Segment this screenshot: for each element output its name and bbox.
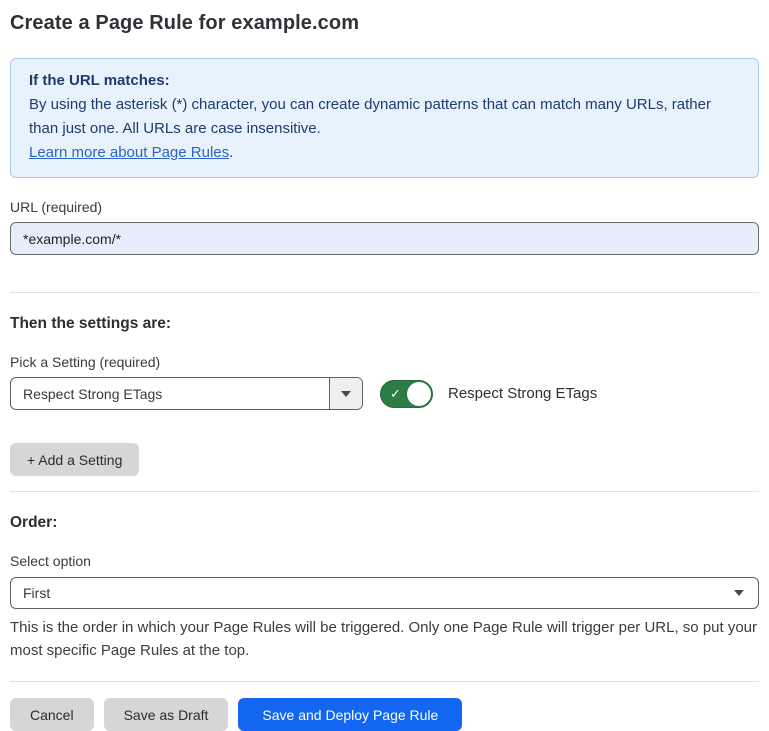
setting-select-arrow-button[interactable]	[329, 378, 362, 409]
footer-actions: Cancel Save as Draft Save and Deploy Pag…	[10, 698, 759, 731]
etags-toggle[interactable]: ✓	[380, 380, 433, 408]
caret-down-icon	[734, 590, 744, 596]
order-select-value: First	[23, 585, 50, 601]
link-period: .	[229, 144, 233, 161]
order-select-label: Select option	[10, 553, 759, 569]
pick-setting-label: Pick a Setting (required)	[10, 354, 759, 370]
divider	[10, 491, 759, 492]
save-and-deploy-button[interactable]: Save and Deploy Page Rule	[238, 698, 462, 731]
save-as-draft-button[interactable]: Save as Draft	[104, 698, 229, 731]
page-title: Create a Page Rule for example.com	[10, 12, 759, 35]
divider	[10, 681, 759, 682]
info-box-link-line: Learn more about Page Rules.	[29, 141, 740, 165]
add-setting-button[interactable]: + Add a Setting	[10, 443, 139, 476]
toggle-label: Respect Strong ETags	[448, 385, 597, 402]
order-select[interactable]: First	[10, 577, 759, 609]
setting-select[interactable]: Respect Strong ETags	[10, 377, 363, 410]
toggle-knob	[407, 382, 431, 406]
info-box-heading: If the URL matches:	[29, 69, 740, 93]
settings-section-heading: Then the settings are:	[10, 315, 759, 333]
setting-row: Respect Strong ETags ✓ Respect Strong ET…	[10, 377, 759, 410]
order-section-heading: Order:	[10, 514, 759, 532]
chevron-down-icon	[341, 391, 351, 397]
url-input[interactable]	[10, 222, 759, 255]
check-icon: ✓	[390, 387, 401, 400]
divider	[10, 292, 759, 293]
url-field-label: URL (required)	[10, 199, 759, 215]
cancel-button[interactable]: Cancel	[10, 698, 94, 731]
info-box-body: By using the asterisk (*) character, you…	[29, 93, 740, 141]
page-rule-form: Create a Page Rule for example.com If th…	[0, 0, 769, 731]
learn-more-link[interactable]: Learn more about Page Rules	[29, 144, 229, 161]
setting-select-value: Respect Strong ETags	[11, 378, 329, 409]
url-match-info-box: If the URL matches: By using the asteris…	[10, 58, 759, 178]
order-help-text: This is the order in which your Page Rul…	[10, 616, 759, 662]
